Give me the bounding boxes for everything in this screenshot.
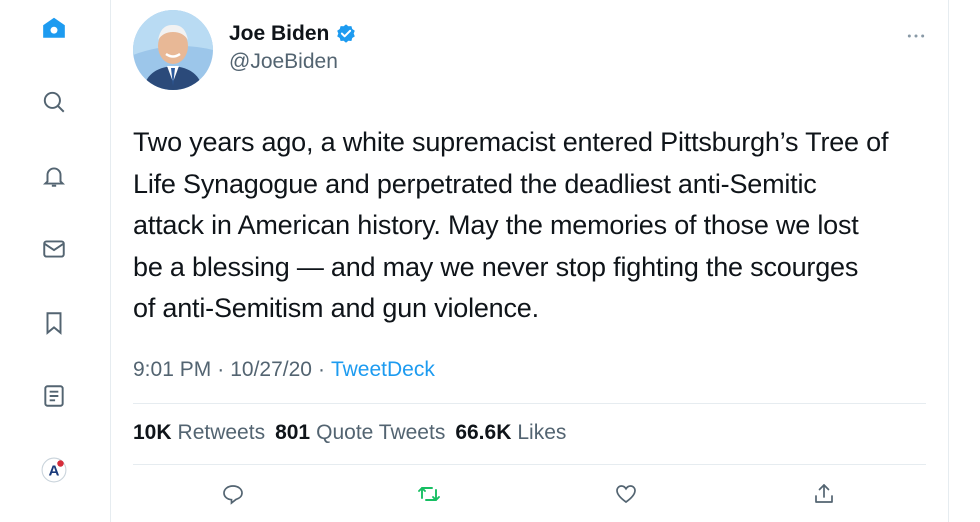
quote-tweets-count: 801 <box>275 421 311 444</box>
likes-label: Likes <box>517 421 567 444</box>
retweets-count: 10K <box>133 421 172 444</box>
more-options-icon[interactable] <box>904 26 928 46</box>
author-name-row: Joe Biden <box>229 22 357 46</box>
tweet-meta: 9:01 PM · 10/27/20 · TweetDeck <box>133 358 435 382</box>
messages-icon[interactable] <box>38 233 70 265</box>
divider <box>133 403 926 404</box>
like-icon[interactable] <box>612 480 640 508</box>
retweets-label: Retweets <box>177 421 266 444</box>
reply-icon[interactable] <box>219 480 247 508</box>
tweet-text-line: attack in American history. May the memo… <box>133 210 859 240</box>
meta-separator: · <box>217 358 225 381</box>
tweet-text-line: be a blessing — and may we never stop fi… <box>133 251 859 282</box>
tweet-stats: 10K Retweets 801 Quote Tweets 66.6K Like… <box>133 421 566 445</box>
tweet-text-line: Life Synagogue and perpetrated the deadl… <box>133 168 817 199</box>
profile-avatar-icon[interactable]: A <box>38 454 70 486</box>
retweet-icon[interactable] <box>415 480 443 508</box>
author-handle[interactable]: @JoeBiden <box>229 50 338 74</box>
likes-stat[interactable]: 66.6K Likes <box>455 421 566 445</box>
search-icon[interactable] <box>38 86 70 118</box>
author-avatar[interactable] <box>133 10 213 90</box>
tweet-source-link[interactable]: TweetDeck <box>331 358 435 382</box>
quote-tweets-label: Quote Tweets <box>316 421 446 444</box>
notifications-icon[interactable] <box>38 160 70 192</box>
share-icon[interactable] <box>810 480 838 508</box>
tweet-text-line: Two years ago, a white supremacist enter… <box>133 127 889 157</box>
tweet-time[interactable]: 9:01 PM <box>133 358 211 382</box>
divider <box>133 464 926 465</box>
verified-badge-icon <box>335 23 357 45</box>
sidebar-nav: A <box>0 0 111 522</box>
author-name[interactable]: Joe Biden <box>229 22 329 46</box>
column-border <box>948 0 949 522</box>
tweet-date[interactable]: 10/27/20 <box>230 358 312 382</box>
likes-count: 66.6K <box>455 421 512 444</box>
quote-tweets-stat[interactable]: 801 Quote Tweets <box>275 421 445 445</box>
home-icon[interactable] <box>38 12 70 44</box>
lists-icon[interactable] <box>38 380 70 412</box>
meta-separator: · <box>317 358 325 381</box>
retweets-stat[interactable]: 10K Retweets <box>133 421 265 445</box>
bookmarks-icon[interactable] <box>38 307 70 339</box>
tweet-text-line: of anti-Semitism and gun violence. <box>133 293 539 323</box>
tweet-text: Two years ago, a white supremacist enter… <box>133 122 943 330</box>
